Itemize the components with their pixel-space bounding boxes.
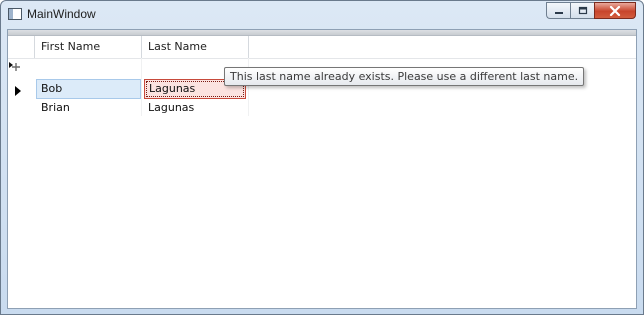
- column-header-first-name[interactable]: First Name: [35, 36, 142, 58]
- column-header-row: First Name Last Name: [8, 36, 636, 59]
- row-header[interactable]: [8, 99, 34, 119]
- minimize-icon: [554, 11, 563, 14]
- maximize-button[interactable]: [570, 2, 594, 19]
- cell-last-name[interactable]: Lagunas: [144, 99, 246, 119]
- close-icon: [609, 5, 621, 16]
- validation-error-tooltip: This last name already exists. Please us…: [224, 67, 585, 86]
- maximize-icon: [578, 6, 587, 15]
- title-bar[interactable]: MainWindow: [1, 1, 643, 29]
- current-row-arrow-icon: [15, 86, 21, 96]
- main-window: MainWindow First Name Last Name Bob Lagu…: [0, 0, 644, 315]
- new-row-header[interactable]: [8, 59, 34, 79]
- window-title: MainWindow: [27, 7, 96, 21]
- grid-line: [141, 58, 142, 116]
- cell-first-name[interactable]: Brian: [37, 99, 141, 119]
- column-divider[interactable]: [248, 36, 249, 58]
- new-row-pencil-icon: [9, 62, 20, 71]
- window-app-icon[interactable]: [8, 8, 22, 20]
- caption-buttons: [546, 2, 636, 20]
- column-header-last-name[interactable]: Last Name: [142, 36, 248, 58]
- close-button[interactable]: [594, 2, 636, 19]
- cell-first-name[interactable]: Bob: [36, 79, 141, 99]
- minimize-button[interactable]: [546, 2, 570, 19]
- row-header-current[interactable]: [8, 81, 34, 101]
